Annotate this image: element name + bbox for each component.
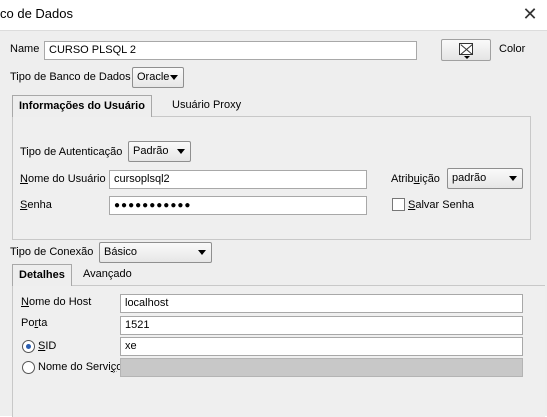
name-field[interactable]: CURSO PLSQL 2	[44, 41, 417, 60]
connection-dialog: Name CURSO PLSQL 2 Color Tipo de Banco d…	[0, 30, 547, 417]
password-field[interactable]: ●●●●●●●●●●●	[109, 196, 367, 215]
db-type-value: Oracle	[137, 71, 170, 83]
color-label: Color	[499, 43, 526, 55]
tab-proxy-user[interactable]: Usuário Proxy	[166, 95, 247, 117]
connection-type-label: Tipo de Conexão	[10, 246, 94, 258]
tab-details[interactable]: Detalhes	[12, 264, 72, 286]
auth-type-select[interactable]: Padrão	[128, 141, 191, 162]
port-label: Porta	[21, 317, 48, 329]
sid-field[interactable]: xe	[120, 337, 523, 356]
username-label: Nome do Usuário	[20, 173, 106, 185]
username-field[interactable]: cursoplsql2	[109, 170, 367, 189]
host-label: Nome do Host	[21, 296, 92, 308]
role-select[interactable]: padrão	[447, 168, 523, 189]
auth-type-label: Tipo de Autenticação	[20, 146, 123, 158]
connection-type-value: Básico	[104, 246, 138, 258]
tab-advanced[interactable]: Avançado	[77, 264, 138, 286]
color-button[interactable]	[441, 39, 491, 61]
service-name-label: Nome do Serviço	[38, 361, 122, 373]
db-type-label: Tipo de Banco de Dados	[10, 71, 131, 83]
chevron-down-icon	[464, 56, 470, 59]
connection-type-select[interactable]: Básico	[99, 242, 212, 263]
db-type-select[interactable]: Oracle	[132, 67, 184, 88]
service-name-radio[interactable]	[22, 361, 35, 374]
window-title: co de Dados	[0, 6, 73, 21]
chevron-down-icon	[509, 176, 517, 181]
port-field[interactable]: 1521	[120, 316, 523, 335]
title-bar: co de Dados ✕	[0, 0, 547, 30]
save-password-label: Salvar Senha	[408, 199, 475, 211]
save-password-checkbox[interactable]	[392, 198, 405, 211]
close-icon[interactable]: ✕	[519, 3, 541, 25]
chevron-down-icon	[198, 250, 206, 255]
host-field[interactable]: localhost	[120, 294, 523, 313]
password-label: Senha	[20, 199, 52, 211]
color-swatch-icon	[459, 43, 473, 55]
sid-label: SID	[38, 340, 57, 352]
chevron-down-icon	[177, 149, 185, 154]
name-label: Name	[10, 43, 40, 55]
tab-user-info[interactable]: Informações do Usuário	[12, 95, 152, 117]
service-name-field	[120, 358, 523, 377]
role-value: padrão	[452, 172, 487, 184]
auth-type-value: Padrão	[133, 145, 169, 157]
chevron-down-icon	[170, 75, 178, 80]
role-label: Atribuição	[391, 173, 440, 185]
sid-radio[interactable]	[22, 340, 35, 353]
